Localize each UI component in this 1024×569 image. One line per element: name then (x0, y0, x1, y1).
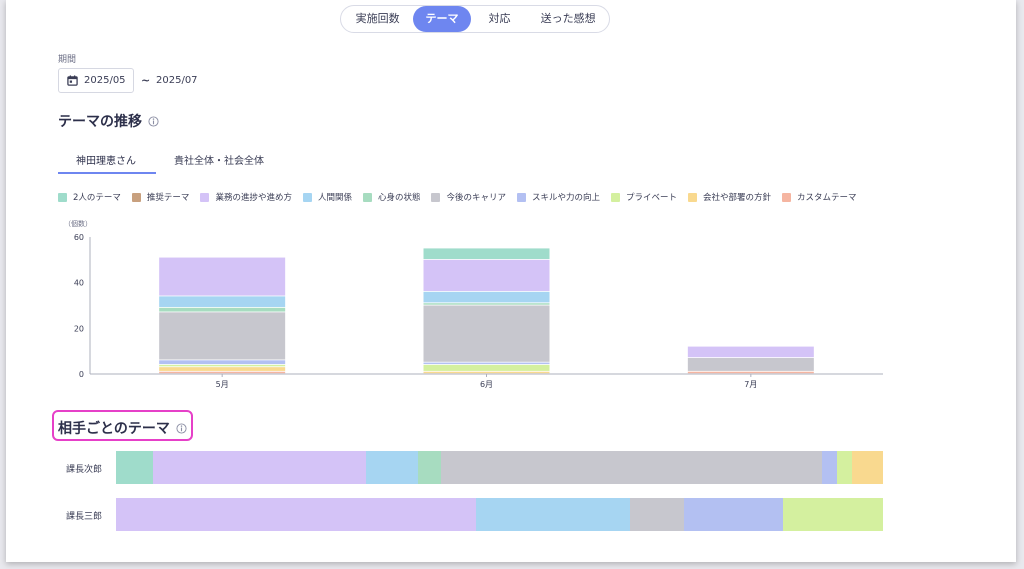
y-axis-label: （個数） (64, 219, 92, 228)
subtab-individual[interactable]: 神田理恵さん (76, 152, 136, 167)
bar-segment (423, 305, 550, 362)
legend-label: 人間関係 (317, 193, 352, 203)
bar-segment (687, 346, 814, 358)
legend-item: 心身の状態 (362, 191, 421, 203)
bar-segment (836, 451, 853, 484)
bar-segment (423, 371, 550, 374)
bar-segment (423, 303, 550, 305)
bar-segment (159, 367, 286, 371)
period-label: 期間 (58, 55, 77, 65)
bar-segment (366, 451, 419, 484)
view-switcher: 実施回数 テーマ 対応 送った感想 (340, 5, 610, 33)
bar-segment (852, 451, 883, 484)
legend-label: 心身の状態 (377, 193, 421, 203)
tab-count[interactable]: 実施回数 (342, 6, 413, 32)
x-tick-label: 7月 (744, 380, 757, 389)
theme-trend-title-text: テーマの推移 (58, 114, 142, 130)
tab-response[interactable]: 対応 (471, 6, 529, 32)
y-tick-label: 20 (74, 324, 84, 333)
legend-label: 2人のテーマ (73, 193, 121, 203)
bar-segment (418, 451, 442, 484)
legend-label: スキルや力の向上 (532, 193, 601, 203)
legend-item: 業務の進捗や進め方 (200, 191, 292, 203)
calendar-icon (67, 75, 78, 86)
bar-segment (159, 257, 286, 296)
bar-segment (423, 259, 550, 291)
legend-swatch (517, 192, 526, 202)
y-tick-label: 40 (74, 279, 84, 288)
bar-segment (159, 364, 286, 367)
legend-item: 人間関係 (302, 191, 352, 203)
theme-trend-chart: （個数） 0 20 40 60 5月 6月 7月 (64, 219, 883, 389)
bar-segment (821, 451, 837, 484)
legend-item: プライベート (611, 191, 677, 203)
x-tick-label: 5月 (216, 380, 229, 389)
legend-swatch (611, 192, 621, 202)
legend-item: スキルや力の向上 (517, 191, 600, 203)
legend-item: 2人のテーマ (58, 191, 121, 203)
legend-item: 会社や部署の方針 (688, 191, 771, 203)
legend-label: カスタムテーマ (797, 193, 857, 203)
legend-swatch (131, 192, 141, 202)
main-panel: 実施回数 テーマ 対応 送った感想 期間 2025/05 ~ 2025/07 テ… (6, 0, 1016, 562)
x-tick-label: 6月 (480, 380, 493, 389)
bar-segment (687, 371, 814, 374)
bar-segment (441, 451, 822, 484)
partner-row-bar (116, 451, 883, 484)
legend-swatch (58, 192, 67, 202)
bar-segment (159, 312, 286, 360)
legend-item: カスタムテーマ (782, 191, 857, 203)
legend-label: プライベート (626, 193, 678, 203)
partner-row-bar (116, 498, 883, 531)
bar-segment (159, 296, 286, 307)
partner-row-label: 課長次郎 (66, 465, 103, 475)
bar-segment (116, 451, 153, 484)
chart-legend: 2人のテーマ 推奨テーマ 業務の進捗や進め方 人間関係 心身の状態 今後のキャリア スキルや… (58, 191, 868, 203)
bar-segment (629, 498, 684, 531)
bar-segment (783, 498, 883, 531)
y-tick-label: 60 (74, 233, 84, 242)
legend-label: 今後のキャリア (446, 193, 506, 203)
partner-theme-title-text: 相手ごとのテーマ (58, 421, 170, 437)
bar-segment (116, 498, 477, 531)
legend-swatch (302, 192, 312, 202)
legend-swatch (782, 192, 792, 202)
legend-item: 推奨テーマ (131, 191, 190, 203)
legend-label: 推奨テーマ (146, 193, 190, 203)
bar-segment (476, 498, 630, 531)
legend-swatch (362, 192, 372, 202)
subtab-underline (58, 172, 156, 174)
bar-segment (687, 358, 814, 371)
period-separator: ~ (141, 74, 151, 87)
legend-swatch (431, 192, 441, 202)
legend-label: 会社や部署の方針 (703, 193, 772, 203)
legend-swatch (688, 192, 698, 202)
y-tick-label: 0 (79, 370, 84, 379)
legend-swatch (200, 192, 210, 202)
bar-segment (423, 291, 550, 303)
legend-label: 業務の進捗や進め方 (215, 193, 292, 203)
tab-feedback[interactable]: 送った感想 (528, 6, 608, 32)
tab-theme[interactable]: テーマ (413, 6, 471, 32)
period-end-value[interactable]: 2025/07 (156, 75, 198, 86)
bar-segment (423, 362, 550, 365)
bar-segment (683, 498, 784, 531)
bar-segment (423, 248, 550, 260)
partner-row-label: 課長三郎 (66, 512, 103, 522)
bar-segment (159, 371, 286, 374)
bar-segment (423, 364, 550, 371)
bar-segment (159, 307, 286, 312)
subtab-company[interactable]: 貴社全体・社会全体 (174, 152, 264, 167)
bar-segment (152, 451, 367, 484)
info-icon[interactable] (148, 115, 159, 127)
bar-segment (159, 360, 286, 365)
info-icon[interactable] (176, 422, 187, 434)
partner-theme-title: 相手ごとのテーマ (58, 418, 187, 438)
legend-item: 今後のキャリア (431, 191, 506, 203)
theme-trend-title: テーマの推移 (58, 111, 159, 131)
period-start-picker[interactable]: 2025/05 (58, 68, 134, 93)
period-start-value: 2025/05 (84, 75, 126, 86)
